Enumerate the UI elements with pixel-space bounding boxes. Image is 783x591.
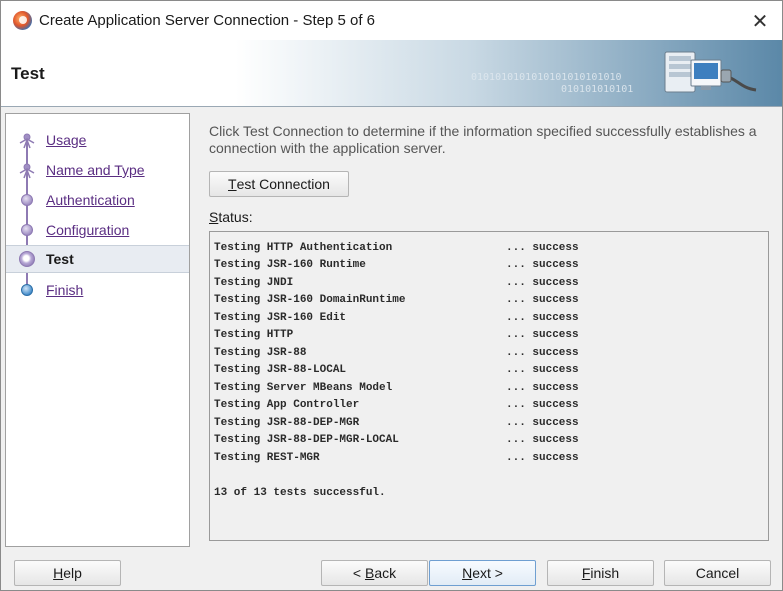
status-result: ... success xyxy=(506,417,579,429)
status-result: ... success xyxy=(506,277,579,289)
step-description: Click Test Connection to determine if th… xyxy=(209,123,757,156)
status-result: ... success xyxy=(506,382,579,394)
status-line: Testing HTTP xyxy=(214,329,294,341)
status-line: Testing JSR-88-DEP-MGR xyxy=(214,417,360,429)
step-pending-icon xyxy=(21,284,33,296)
status-result: ... success xyxy=(506,294,579,306)
next-button[interactable]: Next > xyxy=(429,560,536,586)
title-bar: Create Application Server Connection - S… xyxy=(1,1,782,40)
nav-label-usage: Usage xyxy=(46,132,87,148)
status-line: Testing JSR-160 Edit xyxy=(214,312,347,324)
status-result: ... success xyxy=(506,329,579,341)
status-output[interactable]: Testing HTTP Authentication ... success … xyxy=(209,231,769,541)
status-line: Testing JSR-160 Runtime xyxy=(214,259,366,271)
finish-label: inish xyxy=(590,565,620,581)
status-line: Testing JSR-88-LOCAL xyxy=(214,364,347,376)
back-button[interactable]: < Back xyxy=(321,560,428,586)
status-label: Status: xyxy=(209,209,253,225)
next-label: ext > xyxy=(472,565,503,581)
step-title: Test xyxy=(11,64,45,83)
cancel-button[interactable]: Cancel xyxy=(664,560,771,586)
step-current-icon xyxy=(19,251,35,267)
wizard-header: Test 0101010101010101010101010 010101010… xyxy=(1,40,782,107)
next-mnemonic: N xyxy=(462,565,473,581)
status-summary: 13 of 13 tests successful. xyxy=(214,487,386,499)
nav-item-finish[interactable]: Finish xyxy=(6,276,189,304)
status-line: Testing REST-MGR xyxy=(214,452,320,464)
back-mnemonic: B xyxy=(364,565,375,581)
step-done-icon xyxy=(19,133,35,149)
step-visited-icon xyxy=(21,194,33,206)
nav-label-test: Test xyxy=(46,251,74,267)
nav-label-name-and-type: Name and Type xyxy=(46,162,145,178)
step-visited-icon xyxy=(21,224,33,236)
status-result: ... success xyxy=(506,452,579,464)
status-label-text: tatus: xyxy=(218,209,253,225)
status-line: Testing JSR-160 DomainRuntime xyxy=(214,294,406,306)
back-prefix: < xyxy=(352,565,365,581)
status-result: ... success xyxy=(506,259,579,271)
status-result: ... success xyxy=(506,364,579,376)
server-connection-icon xyxy=(664,51,757,93)
window-title: Create Application Server Connection - S… xyxy=(39,12,376,29)
status-line: Testing JSR-88-DEP-MGR-LOCAL xyxy=(214,434,399,446)
test-connection-button[interactable]: Test Connection xyxy=(209,171,349,197)
nav-item-configuration[interactable]: Configuration xyxy=(6,216,189,244)
close-button[interactable]: ✕ xyxy=(748,9,772,33)
status-result: ... success xyxy=(506,347,579,359)
status-line: Testing App Controller xyxy=(214,399,360,411)
nav-item-usage[interactable]: Usage xyxy=(6,126,189,154)
status-label-mnemonic: S xyxy=(209,209,219,225)
test-connection-mnemonic: T xyxy=(228,176,237,192)
nav-label-authentication: Authentication xyxy=(46,192,135,208)
status-result: ... success xyxy=(506,434,579,446)
app-logo-icon xyxy=(13,11,32,30)
header-binary-text-2: 010101010101 xyxy=(561,84,634,95)
back-label: ack xyxy=(374,565,397,581)
help-label: elp xyxy=(63,565,82,581)
status-line: Testing JSR-88 xyxy=(214,347,307,359)
status-line: Testing HTTP Authentication xyxy=(214,242,393,254)
nav-item-test[interactable]: Test xyxy=(6,245,189,273)
status-result: ... success xyxy=(506,242,579,254)
help-button[interactable]: Help xyxy=(14,560,121,586)
test-connection-label: est Connection xyxy=(236,176,330,192)
close-icon: ✕ xyxy=(751,10,769,33)
status-result: ... success xyxy=(506,399,579,411)
nav-label-configuration: Configuration xyxy=(46,222,130,238)
header-binary-text: 0101010101010101010101010 xyxy=(471,72,622,83)
finish-mnemonic: F xyxy=(581,565,591,581)
nav-label-finish: Finish xyxy=(46,282,84,298)
step-done-icon xyxy=(19,163,35,179)
status-result: ... success xyxy=(506,312,579,324)
nav-item-authentication[interactable]: Authentication xyxy=(6,186,189,214)
finish-button[interactable]: Finish xyxy=(547,560,654,586)
help-mnemonic: H xyxy=(53,565,64,581)
status-line: Testing JNDI xyxy=(214,277,294,289)
wizard-steps-nav: Usage Name and Type Authentication Confi… xyxy=(5,113,190,547)
status-line: Testing Server MBeans Model xyxy=(214,382,393,394)
cancel-label: Cancel xyxy=(695,565,740,581)
nav-item-name-and-type[interactable]: Name and Type xyxy=(6,156,189,184)
